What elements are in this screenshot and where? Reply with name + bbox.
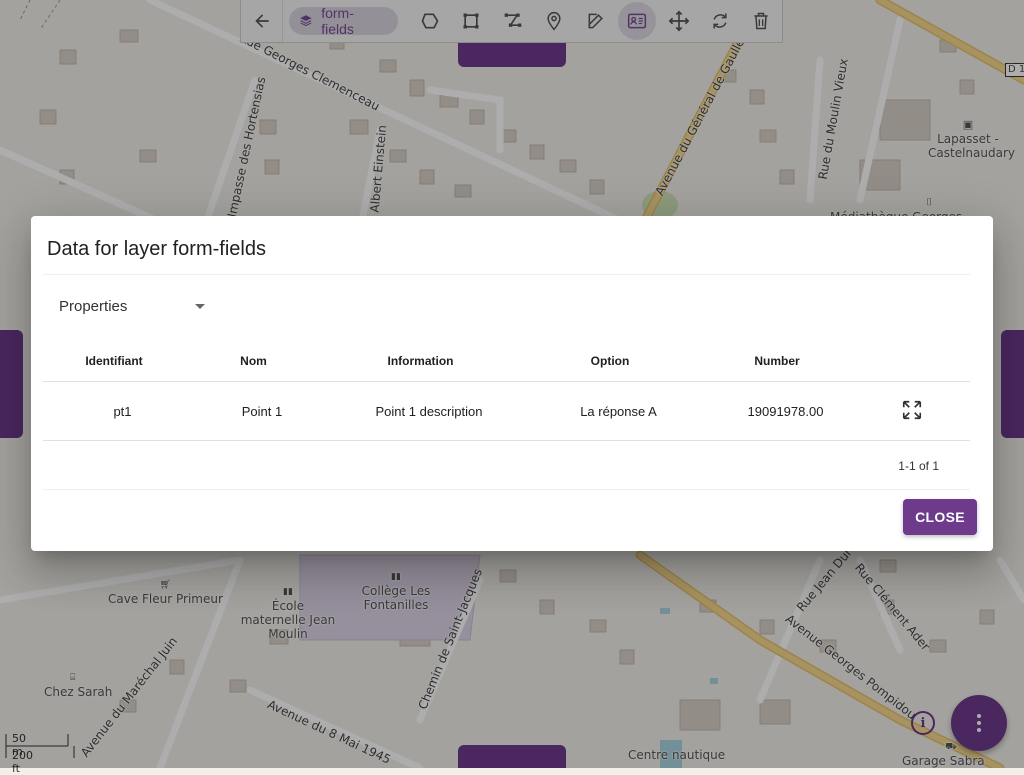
divider bbox=[43, 489, 970, 490]
table-header-row: Identifiant Nom Information Option Numbe… bbox=[43, 341, 970, 382]
expand-row-button[interactable] bbox=[901, 399, 923, 424]
view-select[interactable]: Properties bbox=[59, 295, 207, 317]
divider bbox=[43, 274, 970, 275]
column-header[interactable]: Nom bbox=[185, 341, 322, 382]
chevron-down-icon bbox=[195, 303, 205, 309]
cell-nom: Point 1 bbox=[185, 381, 322, 441]
layer-data-dialog: Data for layer form-fields Properties Id… bbox=[31, 216, 993, 551]
column-header-actions bbox=[853, 341, 970, 382]
pagination-text: 1-1 of 1 bbox=[898, 459, 939, 473]
dialog-title: Data for layer form-fields bbox=[47, 238, 266, 260]
column-header[interactable]: Identifiant bbox=[43, 341, 185, 382]
cell-number: 19091978.00 bbox=[701, 381, 853, 441]
cell-identifiant: pt1 bbox=[43, 381, 185, 441]
column-header[interactable]: Information bbox=[322, 341, 519, 382]
column-header[interactable]: Number bbox=[701, 341, 853, 382]
cell-option: La réponse A bbox=[519, 381, 701, 441]
column-header[interactable]: Option bbox=[519, 341, 701, 382]
data-table: Identifiant Nom Information Option Numbe… bbox=[43, 341, 970, 441]
row-actions bbox=[853, 381, 970, 441]
view-select-value: Properties bbox=[59, 297, 128, 315]
fullscreen-icon bbox=[902, 400, 921, 419]
cell-information: Point 1 description bbox=[322, 381, 519, 441]
close-button[interactable]: CLOSE bbox=[903, 499, 977, 535]
table-row[interactable]: pt1 Point 1 Point 1 description La répon… bbox=[43, 381, 970, 441]
